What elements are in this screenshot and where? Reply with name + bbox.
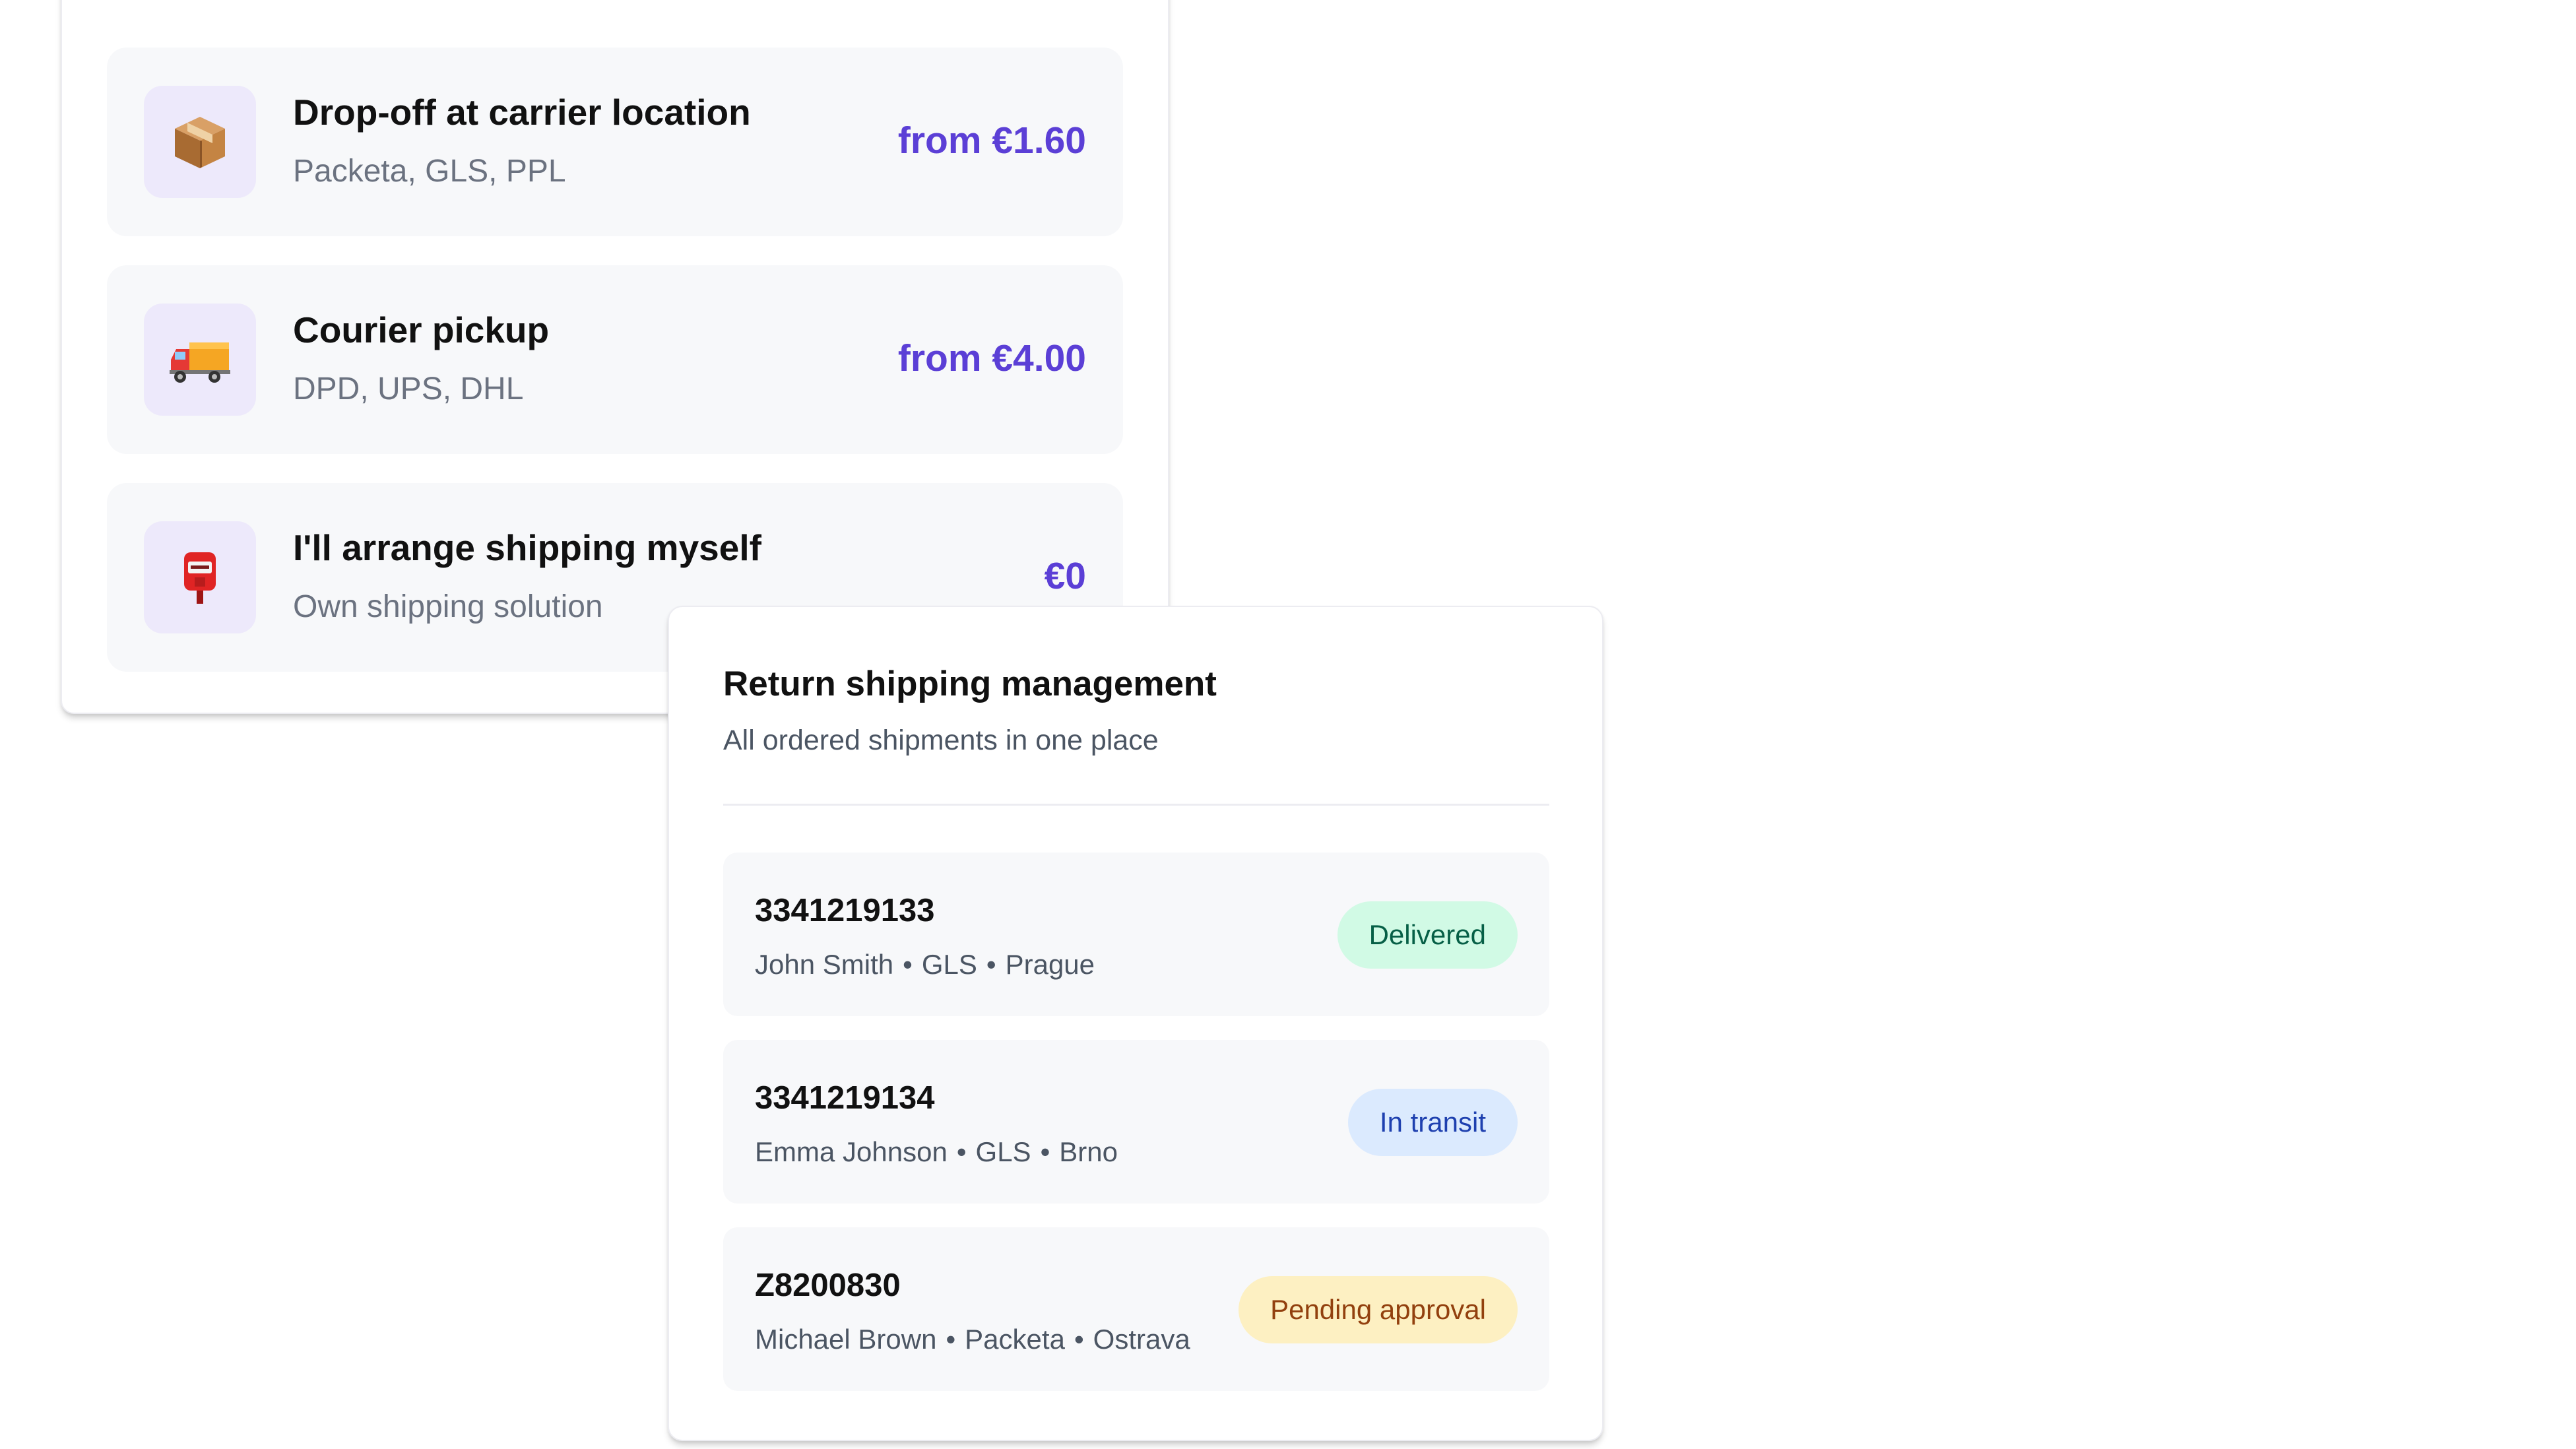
status-badge: In transit [1347, 1089, 1518, 1156]
shipping-option-courier[interactable]: Courier pickup DPD, UPS, DHL from €4.00 [107, 265, 1123, 454]
option-carriers: Own shipping solution [293, 589, 603, 624]
card-subtitle: All ordered shipments in one place [723, 724, 1159, 756]
separator: • [956, 1136, 967, 1167]
carrier-name: GLS [921, 949, 977, 980]
tracking-number: 3341219133 [755, 893, 935, 928]
shipment-meta: Michael Brown • Packeta • Ostrava [755, 1324, 1190, 1355]
shipment-row[interactable]: 3341219133 John Smith • GLS • Prague Deliver… [723, 853, 1549, 1016]
shipment-meta: Emma Johnson • GLS • Brno [755, 1136, 1118, 1168]
divider [723, 804, 1549, 806]
city-name: Brno [1059, 1136, 1118, 1167]
carrier-name: Packeta [965, 1324, 1065, 1355]
shipping-option-dropoff[interactable]: Drop-off at carrier location Packeta, GL… [107, 48, 1123, 236]
package-icon [144, 86, 256, 198]
option-carriers: DPD, UPS, DHL [293, 371, 524, 406]
option-title: Courier pickup [293, 309, 550, 350]
delivery-truck-icon [144, 304, 256, 416]
city-name: Ostrava [1093, 1324, 1190, 1355]
separator: • [946, 1324, 956, 1355]
postbox-icon [144, 521, 256, 633]
customer-name: John Smith [755, 949, 894, 980]
separator: • [1074, 1324, 1084, 1355]
separator: • [903, 949, 913, 980]
shipment-row[interactable]: 3341219134 Emma Johnson • GLS • Brno In tran… [723, 1040, 1549, 1204]
option-price: from €1.60 [897, 119, 1086, 162]
option-title: I'll arrange shipping myself [293, 527, 761, 568]
option-title: Drop-off at carrier location [293, 92, 751, 133]
status-badge: Pending approval [1239, 1276, 1518, 1343]
option-carriers: Packeta, GLS, PPL [293, 154, 566, 189]
shipment-meta: John Smith • GLS • Prague [755, 949, 1095, 981]
status-badge: Delivered [1337, 901, 1518, 969]
tracking-number: 3341219134 [755, 1080, 935, 1116]
return-shipping-card: Return shipping management All ordered s… [668, 606, 1603, 1441]
tracking-number: Z8200830 [755, 1268, 901, 1303]
option-price: €0 [1044, 555, 1086, 597]
card-title: Return shipping management [723, 664, 1217, 703]
city-name: Prague [1005, 949, 1095, 980]
separator: • [986, 949, 996, 980]
option-price: from €4.00 [897, 337, 1086, 379]
shipment-row[interactable]: Z8200830 Michael Brown • Packeta • Ostrava P… [723, 1227, 1549, 1391]
separator: • [1040, 1136, 1050, 1167]
carrier-name: GLS [975, 1136, 1031, 1167]
customer-name: Michael Brown [755, 1324, 937, 1355]
customer-name: Emma Johnson [755, 1136, 948, 1167]
